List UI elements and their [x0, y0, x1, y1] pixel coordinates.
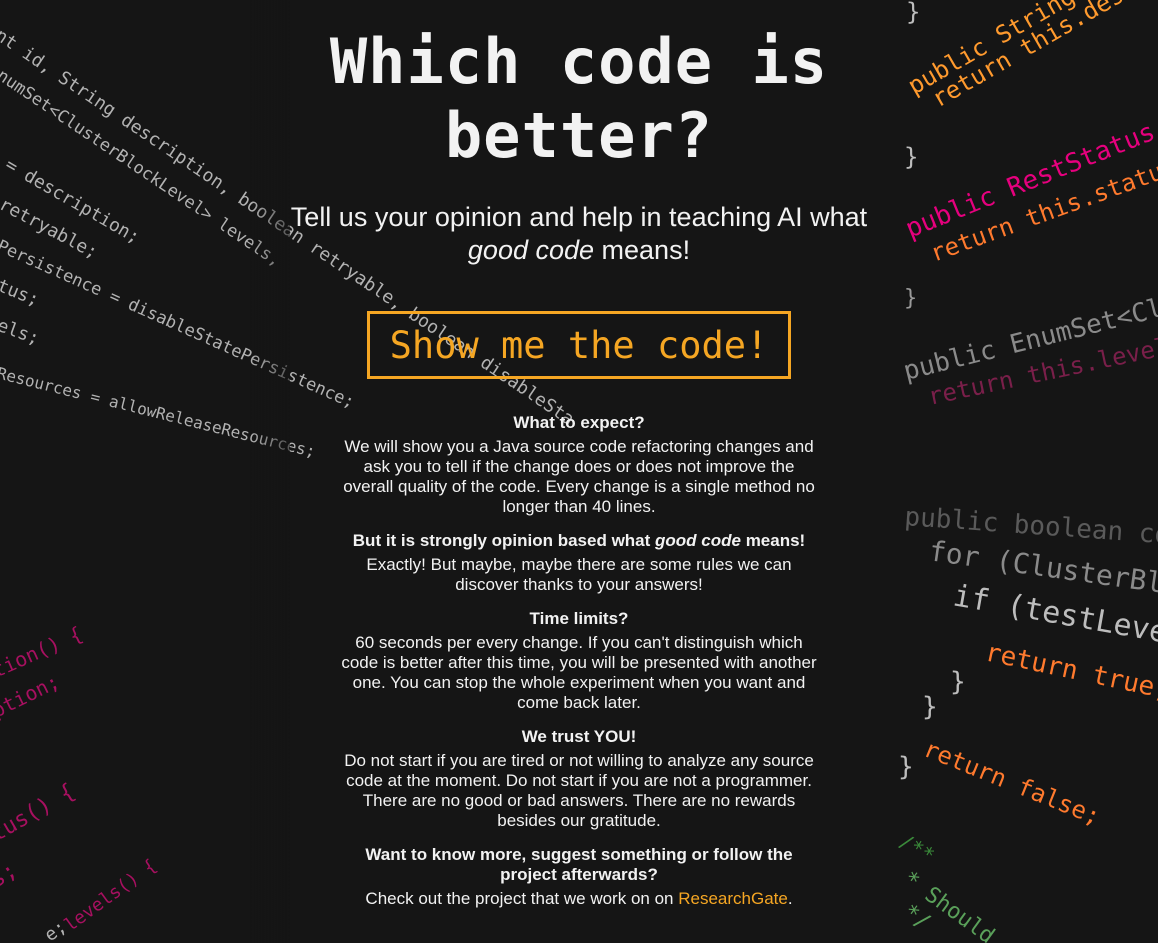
- faq-item: Time limits? 60 seconds per every change…: [339, 609, 819, 713]
- faq-question: We trust YOU!: [521, 727, 637, 746]
- researchgate-link[interactable]: ResearchGate: [678, 889, 788, 908]
- left-code-line: s;: [0, 858, 22, 893]
- faq-answer-text-end: .: [787, 889, 793, 908]
- left-code-line: Resources = allowReleaseResources;: [0, 363, 317, 461]
- faq-answer: Check out the project that we work on on…: [339, 889, 819, 909]
- tagline-emphasis: good code: [467, 235, 595, 265]
- right-code-line: public EnumSet<ClusterBlockL: [900, 252, 1158, 387]
- faq-answer: Exactly! But maybe, maybe there are some…: [366, 555, 792, 594]
- faq-answer: We will show you a Java source code refa…: [343, 437, 815, 516]
- right-code-line: return false;: [920, 735, 1105, 831]
- faq-question: Want to know more, suggest something or …: [365, 845, 793, 884]
- tagline-text-end: means!: [594, 235, 691, 265]
- left-code-line: tion() {: [0, 621, 86, 682]
- show-code-button[interactable]: Show me the code!: [367, 311, 791, 379]
- left-code-line: e;: [41, 916, 71, 943]
- page-title: Which code is better?: [329, 25, 829, 172]
- right-code-line: }: [904, 143, 918, 171]
- left-code-line: levels() {: [61, 855, 161, 936]
- right-code-line: return this.levels;: [925, 326, 1158, 410]
- right-code-line: public RestStatus status() {: [901, 52, 1158, 244]
- faq-section: What to expect? We will show you a Java …: [339, 413, 819, 909]
- right-code-line: return this.descr: [927, 0, 1154, 113]
- faq-question: What to expect?: [513, 413, 645, 432]
- right-code-line: return true;: [983, 638, 1158, 706]
- right-code-wall: } public String desc return this.descr }…: [896, 0, 1158, 943]
- faq-answer: Do not start if you are tired or not wil…: [344, 751, 814, 830]
- left-code-line: tus() {: [0, 779, 79, 847]
- faq-answer-text: Check out the project that we work on on: [365, 889, 679, 908]
- left-code-line: ption;: [0, 669, 63, 722]
- right-code-line: public String desc: [903, 0, 1142, 100]
- faq-item: Want to know more, suggest something or …: [339, 845, 819, 909]
- right-code-line: * Should on: [898, 867, 1031, 943]
- right-code-line: }: [898, 752, 914, 782]
- right-code-line: */: [898, 900, 934, 936]
- faq-question-text-end: means!: [740, 531, 806, 550]
- faq-question-text: But it is strongly opinion based what: [352, 531, 656, 550]
- left-code-line: tus;: [0, 275, 42, 311]
- right-code-line: return this.status;: [926, 147, 1158, 267]
- faq-question-emphasis: good code: [655, 531, 741, 550]
- right-code-line: }: [904, 286, 917, 311]
- main-content: Which code is better? Tell us your opini…: [279, 0, 879, 923]
- faq-question: Time limits?: [529, 609, 629, 628]
- tagline-text: Tell us your opinion and help in teachin…: [290, 202, 868, 232]
- faq-answer: 60 seconds per every change. If you can'…: [341, 633, 817, 712]
- right-code-line: for (ClusterBlockLevel te: [927, 534, 1158, 625]
- right-code-line: }: [906, 0, 920, 26]
- right-code-line: }: [922, 692, 938, 722]
- faq-item: But it is strongly opinion based what go…: [339, 531, 819, 595]
- left-code-line: retryable;: [0, 194, 101, 263]
- left-code-line: = description;: [2, 154, 144, 248]
- left-code-line: numSet<ClusterBlockLevel> levels,: [0, 66, 284, 271]
- faq-question: But it is strongly opinion based what go…: [339, 531, 819, 551]
- left-code-line: els;: [0, 315, 42, 350]
- right-code-line: public boolean contains(Clus: [904, 502, 1158, 563]
- faq-item: What to expect? We will show you a Java …: [339, 413, 819, 517]
- right-code-line: }: [950, 667, 966, 697]
- right-code-line: /**: [896, 829, 939, 868]
- right-code-line: if (testLevel == leve: [951, 578, 1158, 678]
- faq-item: We trust YOU! Do not start if you are ti…: [339, 727, 819, 831]
- tagline: Tell us your opinion and help in teachin…: [279, 201, 879, 267]
